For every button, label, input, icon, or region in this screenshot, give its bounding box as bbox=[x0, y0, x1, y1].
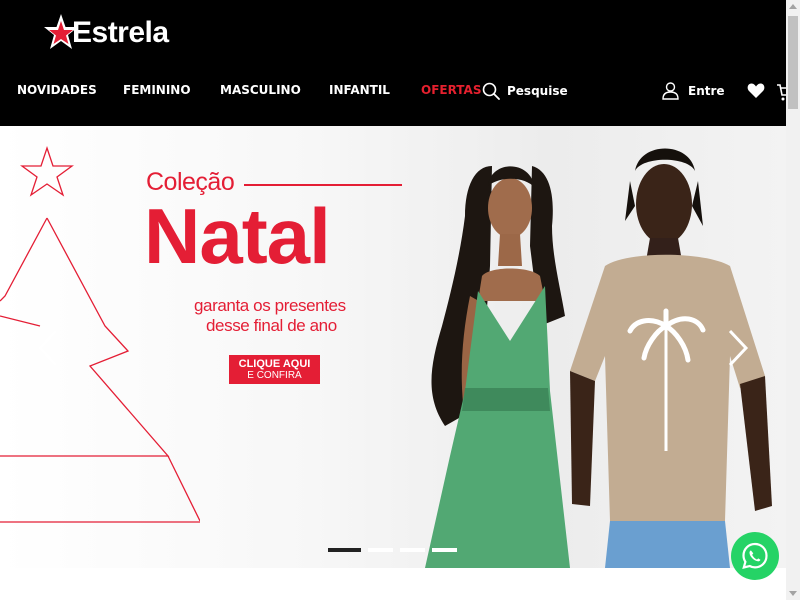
whatsapp-button[interactable] bbox=[731, 532, 779, 580]
user-icon bbox=[662, 82, 679, 100]
search-button[interactable]: Pesquise bbox=[482, 82, 568, 100]
cta-line2: E CONFIRA bbox=[247, 370, 302, 381]
nav-item-masculino[interactable]: MASCULINO bbox=[220, 83, 301, 97]
brand-logo[interactable]: Estrela bbox=[44, 12, 169, 54]
chevron-left-icon bbox=[37, 329, 58, 367]
nav-item-infantil[interactable]: INFANTIL bbox=[329, 83, 390, 97]
nav-item-feminino[interactable]: FEMININO bbox=[123, 83, 191, 97]
whatsapp-icon bbox=[742, 542, 768, 570]
login-label: Entre bbox=[688, 84, 725, 98]
scroll-up-arrow[interactable] bbox=[789, 4, 797, 9]
cart-icon bbox=[777, 84, 786, 101]
cta-button[interactable]: CLIQUE AQUI E CONFIRA bbox=[229, 355, 320, 384]
search-label: Pesquise bbox=[507, 84, 568, 98]
banner-subtitle-line1: garanta os presentes bbox=[194, 296, 346, 315]
carousel-dot-2[interactable] bbox=[368, 548, 393, 552]
scroll-thumb[interactable] bbox=[788, 16, 798, 109]
carousel-prev-button[interactable] bbox=[36, 328, 60, 373]
site-header: Estrela NOVIDADES FEMININO MASCULINO INF… bbox=[0, 0, 786, 126]
banner-title: Natal bbox=[144, 192, 331, 280]
brand-name: Estrela bbox=[72, 16, 169, 49]
page-scrollbar[interactable] bbox=[786, 0, 800, 600]
wishlist-button[interactable] bbox=[747, 82, 765, 104]
hero-banner[interactable]: Coleção Natal garanta os presentes desse… bbox=[0, 126, 786, 568]
carousel-dot-4[interactable] bbox=[432, 548, 457, 552]
search-icon bbox=[482, 82, 500, 100]
scroll-down-arrow[interactable] bbox=[789, 591, 797, 596]
chevron-right-icon bbox=[728, 329, 749, 367]
banner-subtitle-line2: desse final de ano bbox=[206, 316, 337, 335]
carousel-next-button[interactable] bbox=[726, 328, 750, 373]
cart-button[interactable] bbox=[776, 82, 786, 102]
carousel-dot-3[interactable] bbox=[400, 548, 425, 552]
login-button[interactable]: Entre bbox=[662, 82, 725, 100]
heart-icon bbox=[747, 83, 765, 98]
nav-item-novidades[interactable]: NOVIDADES bbox=[17, 83, 97, 97]
cta-line1: CLIQUE AQUI bbox=[238, 358, 311, 370]
nav-item-ofertas[interactable]: OFERTAS bbox=[421, 83, 481, 97]
carousel-dot-1[interactable] bbox=[328, 548, 361, 552]
